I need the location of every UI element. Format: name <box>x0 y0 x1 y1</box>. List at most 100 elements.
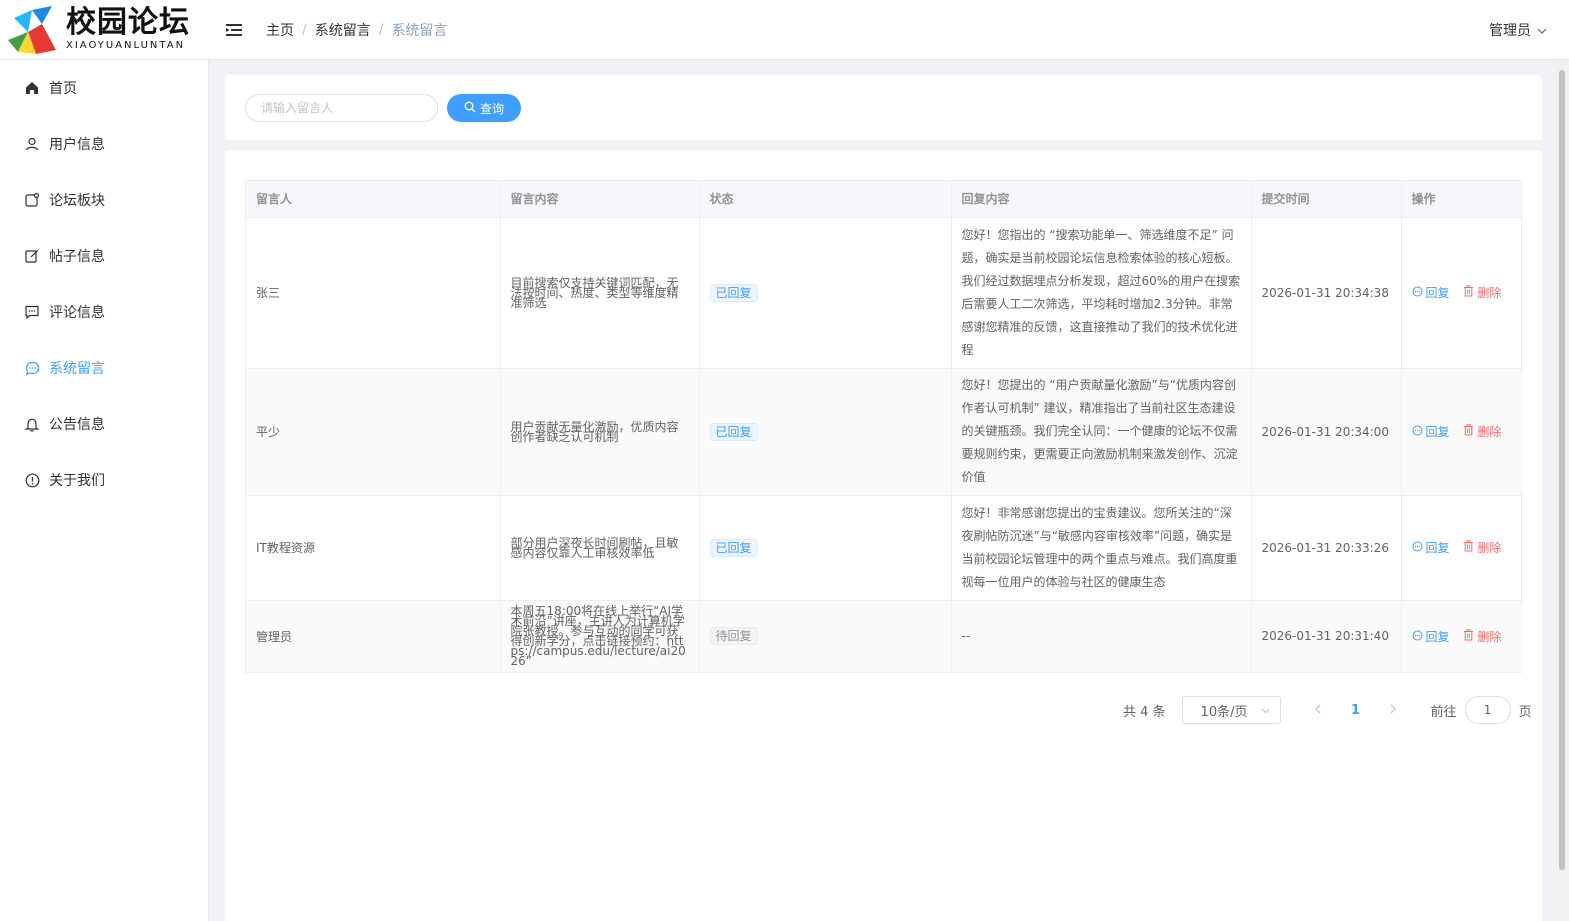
status-badge: 待回复 <box>709 627 758 646</box>
cell-content: 目前搜索仅支持关键词匹配，无法按时间、热度、类型等维度精准筛选 <box>500 217 700 369</box>
delete-button[interactable]: 删除 <box>1463 423 1501 440</box>
scrollbar-thumb[interactable] <box>1559 70 1565 870</box>
reply-label: 回复 <box>1425 630 1450 644</box>
cell-reply: 您好！您指出的 “搜索功能单一、筛选维度不足” 问题，确实是当前校园论坛信息检索… <box>951 217 1252 369</box>
delete-button[interactable]: 删除 <box>1463 284 1501 301</box>
reply-button[interactable]: 回复 <box>1412 284 1450 301</box>
sidebar-item-label: 用户信息 <box>49 137 105 153</box>
cell-user: 平少 <box>246 368 501 496</box>
table-row: 平少 用户贡献无量化激励，优质内容创作者缺乏认可机制 已回复 您好！您提出的 “… <box>246 368 1523 496</box>
delete-label: 删除 <box>1477 285 1502 300</box>
cell-status: 已回复 <box>699 368 952 496</box>
trash-icon <box>1463 540 1474 555</box>
next-page-button[interactable] <box>1379 703 1409 718</box>
user-name: 管理员 <box>1489 23 1531 39</box>
sidebar-item-label: 首页 <box>49 81 77 97</box>
col-header-reply: 回复内容 <box>951 181 1252 218</box>
search-button[interactable]: 查询 <box>447 94 521 122</box>
trash-icon <box>1463 424 1474 439</box>
info-icon <box>24 472 40 488</box>
breadcrumb-home[interactable]: 主页 <box>266 20 294 40</box>
page-size-select[interactable]: 10条/页 <box>1181 696 1281 724</box>
logo[interactable]: 校园论坛 XIAOYUANLUNTAN <box>0 0 208 60</box>
cell-reply: 您好！您提出的 “用户贡献量化激励”与“优质内容创作者认可机制” 建议，精准指出… <box>951 368 1252 496</box>
table-row: IT教程资源 部分用户深夜长时间刷帖，且敏感内容仅靠人工审核效率低 已回复 您好… <box>246 495 1523 601</box>
search-icon <box>464 101 476 116</box>
user-icon <box>24 136 40 152</box>
breadcrumb-current: 系统留言 <box>391 22 448 39</box>
sidebar-item-comments[interactable]: 评论信息 <box>0 284 208 340</box>
search-input[interactable] <box>245 94 438 122</box>
sidebar-item-notices[interactable]: 公告信息 <box>0 396 208 452</box>
sidebar-item-label: 论坛板块 <box>49 193 105 209</box>
goto-page-input[interactable] <box>1464 696 1511 724</box>
cell-reply: 您好！非常感谢您提出的宝贵建议。您所关注的“深夜刷帖防沉迷”与“敏感内容审核效率… <box>951 495 1252 601</box>
sidebar-item-posts[interactable]: 帖子信息 <box>0 228 208 284</box>
cell-time: 2026-01-31 20:34:00 <box>1251 368 1402 496</box>
reply-button[interactable]: 回复 <box>1412 423 1450 440</box>
table-row: 管理员 本周五18:00将在线上举行“AI学术前沿”讲座，主讲人为计算机学院张教… <box>246 600 1523 672</box>
pagination: 共 4 条 10条/页 1 前往 页 <box>1123 696 1532 724</box>
cell-time: 2026-01-31 20:34:38 <box>1251 217 1402 369</box>
cell-actions: 回复 删除 <box>1401 495 1523 601</box>
reply-label: 回复 <box>1425 286 1450 301</box>
search-button-label: 查询 <box>479 101 504 116</box>
cell-content: 部分用户深夜长时间刷帖，且敏感内容仅靠人工审核效率低 <box>500 495 700 601</box>
sidebar: 首页 用户信息 论坛板块 帖子信息 评论信息 系统留言 公告信息 关于我们 <box>0 60 209 921</box>
prev-page-button[interactable] <box>1303 703 1333 718</box>
user-menu[interactable]: 管理员 <box>1489 20 1547 40</box>
chevron-down-icon <box>1261 703 1270 718</box>
sidebar-item-users[interactable]: 用户信息 <box>0 116 208 172</box>
col-header-status: 状态 <box>699 181 952 218</box>
delete-button[interactable]: 删除 <box>1463 539 1501 556</box>
logo-icon <box>4 4 60 56</box>
home-icon <box>24 80 40 96</box>
cell-user: IT教程资源 <box>246 495 501 601</box>
delete-button[interactable]: 删除 <box>1463 628 1501 645</box>
cell-user: 张三 <box>246 217 501 369</box>
chat-icon <box>1412 541 1423 555</box>
status-badge: 已回复 <box>709 538 758 557</box>
goto-page: 前往 页 <box>1431 696 1532 724</box>
breadcrumb-section[interactable]: 系统留言 <box>315 20 371 40</box>
pagination-total: 共 4 条 <box>1123 704 1166 720</box>
breadcrumb: 主页 / 系统留言 / 系统留言 <box>266 20 447 40</box>
bell-icon <box>24 416 40 432</box>
delete-label: 删除 <box>1477 629 1502 644</box>
cell-time: 2026-01-31 20:33:26 <box>1251 495 1402 601</box>
sidebar-item-home[interactable]: 首页 <box>0 60 208 116</box>
trash-icon <box>1463 628 1474 644</box>
sidebar-item-boards[interactable]: 论坛板块 <box>0 172 208 228</box>
top-header: 校园论坛 XIAOYUANLUNTAN 主页 / 系统留言 / 系统留言 管理员 <box>0 0 1569 60</box>
cell-status: 待回复 <box>699 600 952 672</box>
status-badge: 已回复 <box>709 422 758 441</box>
cell-reply: -- <box>951 600 1252 672</box>
message-table: 留言人 留言内容 状态 回复内容 提交时间 操作 张三 目前搜索仅支持关键词匹配… <box>245 180 1523 673</box>
sidebar-item-messages[interactable]: 系统留言 <box>0 340 208 396</box>
page-scrollbar[interactable] <box>1556 62 1568 921</box>
cell-actions: 回复 删除 <box>1401 217 1523 369</box>
cell-status: 已回复 <box>699 217 952 369</box>
chat-icon <box>1412 286 1423 300</box>
col-header-user: 留言人 <box>246 181 501 218</box>
page-size-value: 10条/页 <box>1200 704 1248 720</box>
menu-toggle-icon[interactable] <box>226 23 244 37</box>
comment-icon <box>24 304 40 320</box>
table-row: 张三 目前搜索仅支持关键词匹配，无法按时间、热度、类型等维度精准筛选 已回复 您… <box>246 217 1523 369</box>
sidebar-item-about[interactable]: 关于我们 <box>0 452 208 508</box>
app-subtitle: XIAOYUANLUNTAN <box>66 39 186 51</box>
cell-content: 用户贡献无量化激励，优质内容创作者缺乏认可机制 <box>500 368 700 496</box>
goto-prefix: 前往 <box>1430 704 1457 720</box>
cell-content: 本周五18:00将在线上举行“AI学术前沿”讲座，主讲人为计算机学院张教授。参与… <box>500 600 700 672</box>
reply-button[interactable]: 回复 <box>1412 539 1450 556</box>
sidebar-item-label: 评论信息 <box>49 305 105 321</box>
reply-button[interactable]: 回复 <box>1412 628 1450 645</box>
trash-icon <box>1463 285 1474 300</box>
status-badge: 已回复 <box>709 283 758 302</box>
main-content: 查询 留言人 留言内容 状态 回复内容 <box>210 60 1569 921</box>
col-header-actions: 操作 <box>1401 181 1523 218</box>
cell-actions: 回复 删除 <box>1401 368 1523 496</box>
page-number[interactable]: 1 <box>1347 703 1365 718</box>
chat-icon <box>1412 425 1423 439</box>
col-header-time: 提交时间 <box>1251 181 1402 218</box>
